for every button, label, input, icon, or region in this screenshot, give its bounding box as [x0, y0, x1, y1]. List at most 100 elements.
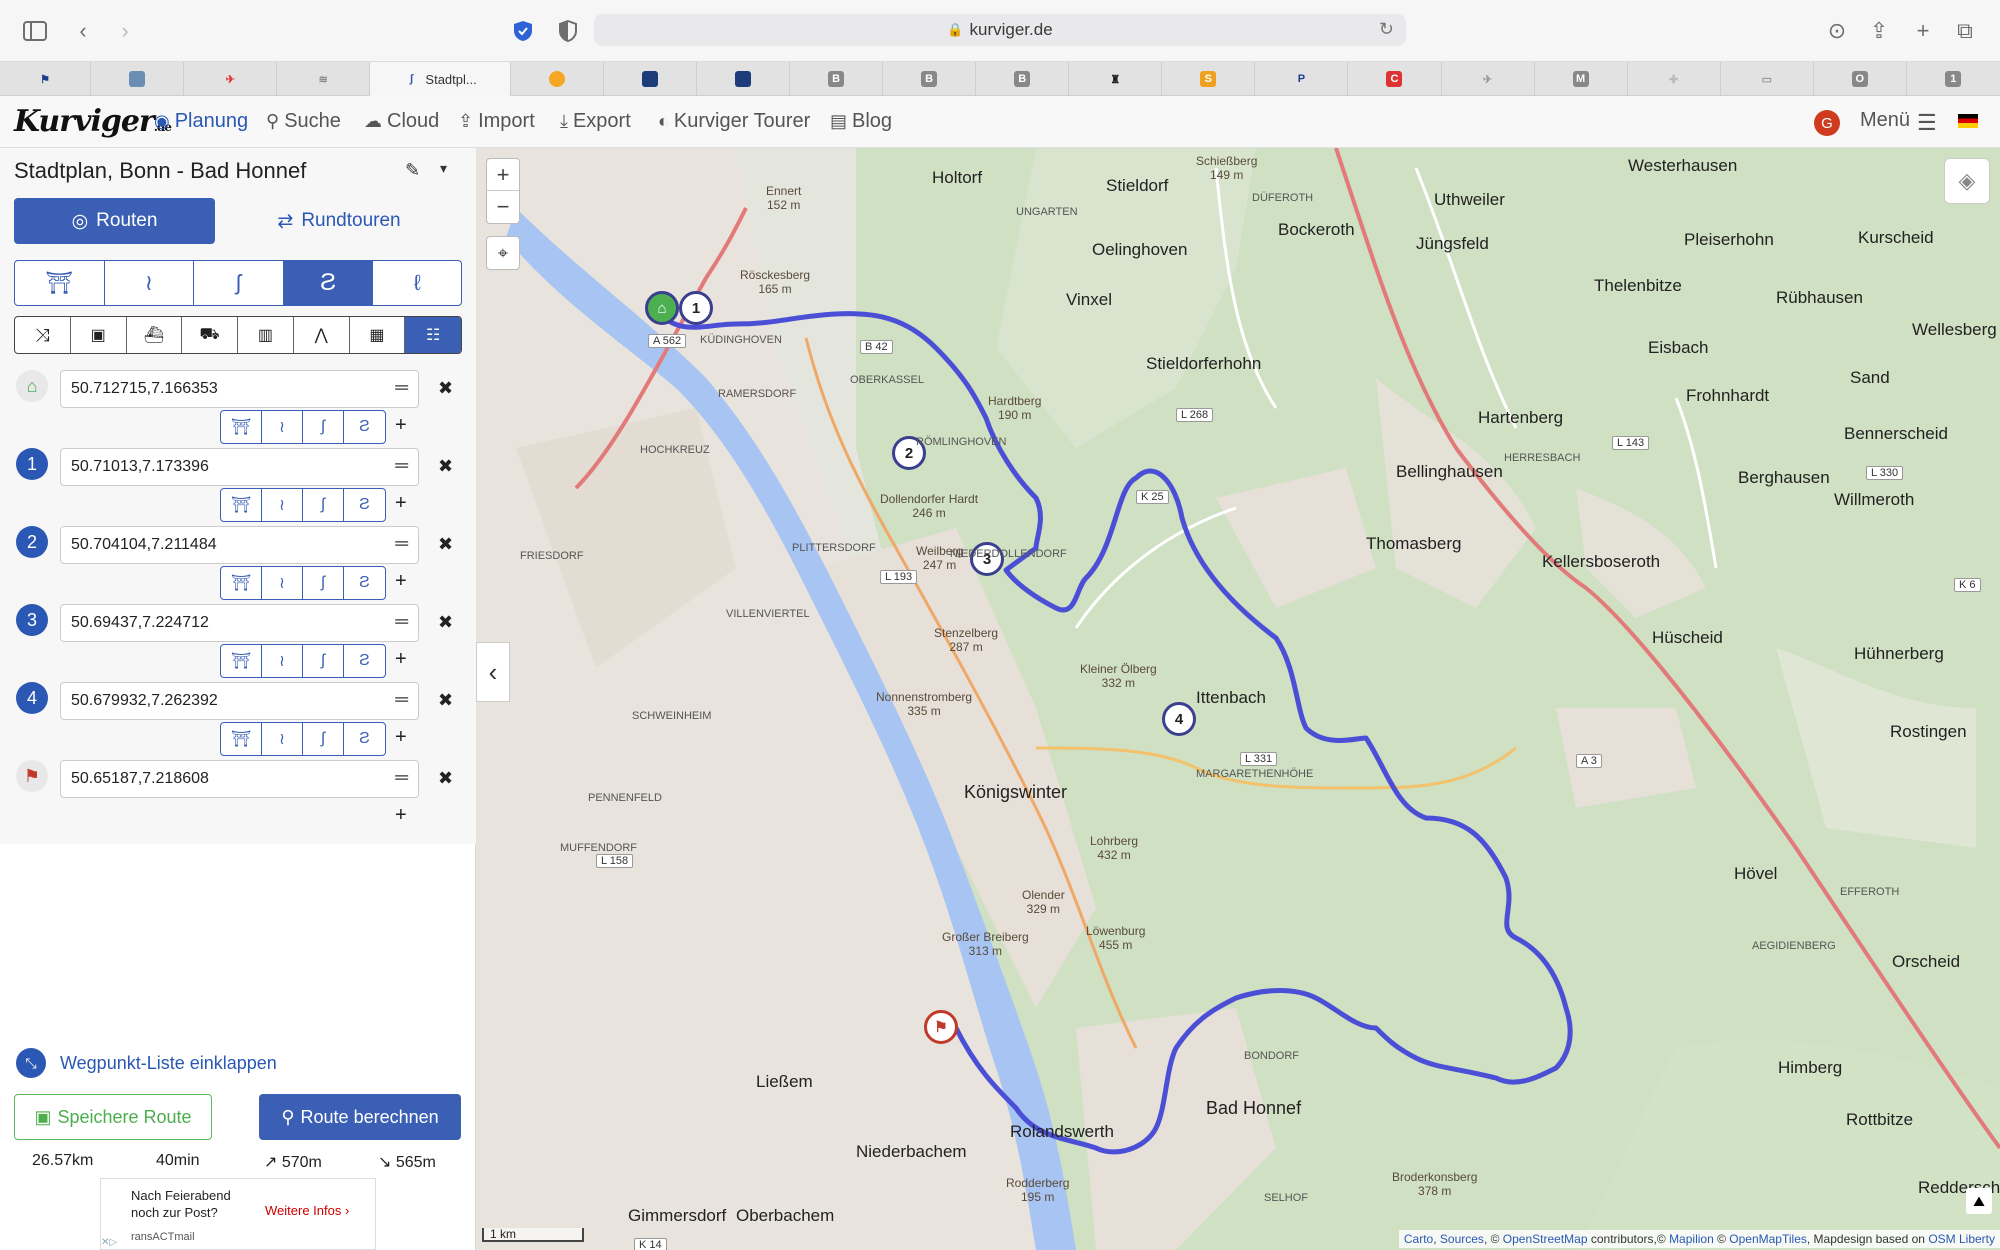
elevation-profile-icon[interactable]: ⛰	[1966, 1188, 1992, 1214]
tab-favicon-photo[interactable]	[91, 62, 185, 96]
menu-label[interactable]: Menü	[1860, 109, 1910, 132]
kurviger-logo[interactable]: Kurviger.de	[14, 104, 172, 139]
add-waypoint-icon[interactable]: +	[395, 570, 407, 593]
slightly-curvy-icon[interactable]: ≀	[262, 723, 303, 755]
ad-link[interactable]: Weitere Infos ›	[265, 1203, 349, 1218]
add-waypoint-icon[interactable]: +	[395, 804, 407, 827]
ad-choices-icon[interactable]: ✕▷	[101, 1237, 117, 1248]
waypoint-start-input[interactable]: 50.712715,7.166353 ═	[60, 370, 419, 408]
content-blocker-icon[interactable]	[553, 16, 583, 46]
nav-kurviger-tourer[interactable]: ◐ Kurviger Tourer	[658, 110, 810, 133]
start-home-marker[interactable]: ⌂	[645, 291, 679, 325]
tab-favicon-sketch[interactable]: ≋	[277, 62, 371, 96]
tab-favicon-red[interactable]: C	[1348, 62, 1442, 96]
tab-favicon-flag[interactable]: ⚑	[0, 62, 92, 96]
curvy-icon[interactable]: ʃ	[194, 261, 284, 305]
car-icon[interactable]: ⛟	[182, 317, 238, 353]
attribution-carto-link[interactable]: Carto	[1404, 1232, 1433, 1246]
slightly-curvy-icon[interactable]: ≀	[262, 567, 303, 599]
waypoint-4-input[interactable]: 50.679932,7.262392 ═	[60, 682, 419, 720]
attribution-osm-link[interactable]: OpenStreetMap	[1503, 1232, 1588, 1246]
highway-icon[interactable]: ⛩	[221, 411, 262, 443]
highway-icon[interactable]: ⛩	[221, 489, 262, 521]
caret-down-icon[interactable]: ▾	[440, 160, 447, 177]
tab-1[interactable]: 1	[1907, 62, 2000, 96]
slightly-curvy-icon[interactable]: ≀	[262, 489, 303, 521]
tab-m[interactable]: M	[1535, 62, 1628, 96]
address-bar[interactable]: 🔒 kurviger.de ↻	[594, 14, 1406, 46]
highway-icon[interactable]: ⛩	[221, 723, 262, 755]
tab-favicon-grid-2[interactable]	[697, 62, 791, 96]
add-waypoint-icon[interactable]: +	[395, 648, 407, 671]
tab-favicon-plane[interactable]: ✈	[184, 62, 278, 96]
downloads-icon[interactable]: ⊙	[1822, 16, 1852, 46]
advertisement[interactable]: Nach Feierabend noch zur Post? Weitere In…	[100, 1178, 376, 1250]
remove-waypoint-icon[interactable]: ✖	[438, 612, 453, 633]
tab-favicon-paypal[interactable]: P	[1255, 62, 1349, 96]
tab-b-2[interactable]: B	[883, 62, 977, 96]
zoom-in-button[interactable]: +	[487, 159, 519, 191]
route-marker-4[interactable]: 4	[1162, 702, 1196, 736]
nav-export[interactable]: ⤓ Export	[560, 110, 631, 133]
remove-waypoint-icon[interactable]: ✖	[438, 768, 453, 789]
very-curvy-icon[interactable]: Ƨ	[344, 411, 385, 443]
drag-handle-icon[interactable]: ═	[395, 455, 408, 476]
sidebar-toggle-icon[interactable]	[20, 16, 50, 46]
curvy-icon[interactable]: ʃ	[303, 489, 344, 521]
shuffle-icon[interactable]: ⤨	[15, 317, 71, 353]
hamburger-icon[interactable]: ☰	[1917, 110, 1937, 136]
very-curvy-icon[interactable]: Ƨ	[344, 567, 385, 599]
german-flag-icon[interactable]	[1958, 114, 1978, 128]
nav-blog[interactable]: ▤ Blog	[830, 110, 892, 133]
avatar[interactable]: G	[1814, 110, 1840, 136]
nav-cloud[interactable]: ☁ Cloud	[364, 110, 439, 133]
nav-planung[interactable]: ◉ Planung	[154, 110, 248, 133]
map-view[interactable]: ⌂ 1 2 3 4 ⚑ Königswinter Bad Honnef Thom…	[476, 148, 2000, 1250]
add-waypoint-icon[interactable]: +	[395, 492, 407, 515]
tunnel-icon[interactable]: ▥	[238, 317, 294, 353]
very-curvy-icon[interactable]: Ƨ	[344, 723, 385, 755]
tab-routen[interactable]: ◎ Routen	[14, 198, 215, 244]
tab-b-3[interactable]: B	[976, 62, 1070, 96]
slightly-curvy-icon[interactable]: ≀	[262, 411, 303, 443]
slightly-curvy-icon[interactable]: ≀	[262, 645, 303, 677]
attribution-mapilion-link[interactable]: Mapilion	[1669, 1232, 1714, 1246]
toll-icon[interactable]: ▣	[71, 317, 127, 353]
extremely-curvy-icon[interactable]: ℓ	[373, 261, 461, 305]
tab-favicon-emoji[interactable]	[511, 62, 604, 96]
waypoint-end-input[interactable]: 50.65187,7.218608 ═	[60, 760, 419, 798]
drag-handle-icon[interactable]: ═	[395, 767, 408, 788]
road-icon[interactable]: ⋀	[294, 317, 350, 353]
attribution-openmaptiles-link[interactable]: OpenMapTiles	[1729, 1232, 1807, 1246]
waypoint-1-input[interactable]: 50.71013,7.173396 ═	[60, 448, 419, 486]
forward-icon[interactable]: ›	[110, 16, 140, 46]
nav-suche[interactable]: ⚲ Suche	[266, 110, 341, 133]
remove-waypoint-icon[interactable]: ✖	[438, 690, 453, 711]
slightly-curvy-icon[interactable]: ≀	[105, 261, 195, 305]
collapse-sidebar-button[interactable]: ‹	[476, 642, 510, 702]
curvy-icon[interactable]: ʃ	[303, 411, 344, 443]
drag-handle-icon[interactable]: ═	[395, 611, 408, 632]
highway-icon[interactable]: ⛩	[15, 261, 105, 305]
zoom-out-button[interactable]: −	[487, 191, 519, 223]
add-waypoint-icon[interactable]: +	[395, 414, 407, 437]
very-curvy-icon[interactable]: Ƨ	[283, 261, 374, 305]
attribution-osm-liberty-link[interactable]: OSM Liberty	[1928, 1232, 1995, 1246]
waypoint-2-input[interactable]: 50.704104,7.211484 ═	[60, 526, 419, 564]
settings-sliders-icon[interactable]: ☷	[405, 317, 461, 353]
remove-waypoint-icon[interactable]: ✖	[438, 534, 453, 555]
calculate-route-button[interactable]: ⚲ Route berechnen	[259, 1094, 461, 1140]
tab-active[interactable]: ʃ Stadtpl...	[370, 62, 511, 96]
attribution-sources-link[interactable]: Sources	[1440, 1232, 1484, 1246]
save-route-button[interactable]: ▣ Speichere Route	[14, 1094, 212, 1140]
tab-favicon-cross[interactable]: ✚	[1628, 62, 1721, 96]
share-icon[interactable]: ⇪	[1864, 16, 1894, 46]
highway-icon[interactable]: ⛩	[221, 645, 262, 677]
tab-favicon-car[interactable]: ▭	[1721, 62, 1814, 96]
nav-import[interactable]: ⇪ Import	[458, 110, 535, 133]
curvy-icon[interactable]: ʃ	[303, 723, 344, 755]
new-tab-icon[interactable]: +	[1908, 16, 1938, 46]
tab-favicon-grid-1[interactable]	[604, 62, 697, 96]
very-curvy-icon[interactable]: Ƨ	[344, 645, 385, 677]
remove-waypoint-icon[interactable]: ✖	[438, 378, 453, 399]
